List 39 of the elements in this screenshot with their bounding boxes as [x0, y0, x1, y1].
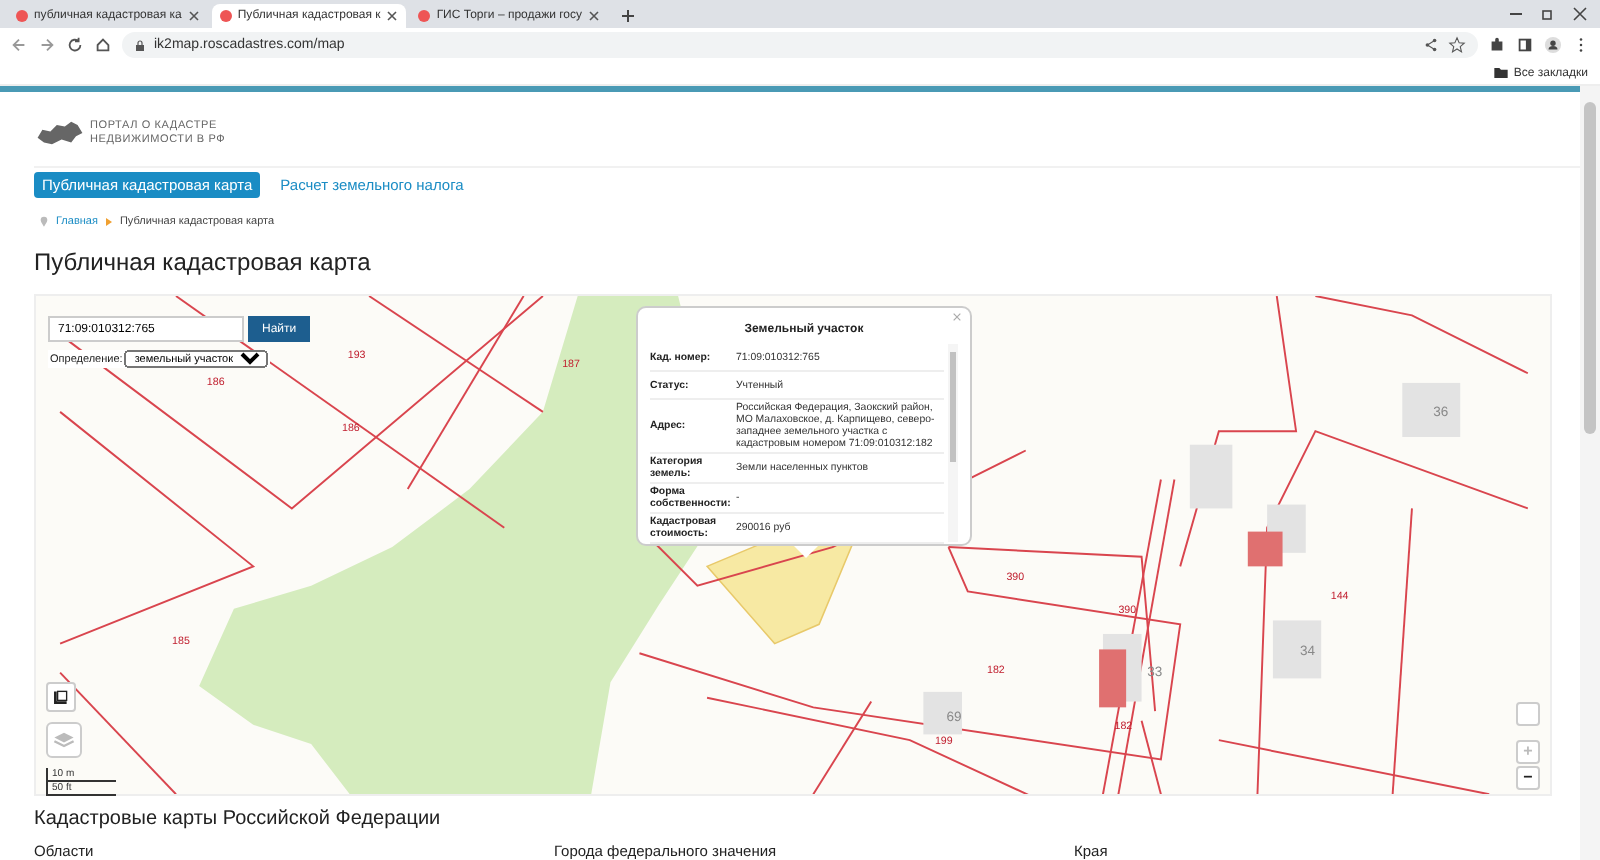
close-icon[interactable] [588, 10, 601, 22]
close-icon[interactable] [1572, 6, 1588, 22]
star-icon[interactable] [1448, 36, 1466, 54]
building [923, 692, 962, 735]
building [1402, 383, 1461, 438]
building [1189, 445, 1233, 509]
site-icon [418, 10, 431, 22]
lock-icon [134, 39, 146, 51]
layers-icon [52, 728, 76, 753]
share-icon[interactable] [1422, 36, 1440, 54]
zoom-out-button[interactable]: − [1516, 766, 1540, 791]
page-title: Публичная кадастровая карта [34, 248, 373, 277]
popup-pointer [794, 546, 818, 559]
scrollbar[interactable] [948, 344, 958, 543]
folder-icon [1493, 68, 1508, 78]
building [1099, 649, 1127, 708]
corner-icon [52, 688, 70, 707]
parcel-boundary [59, 672, 177, 795]
site-icon [16, 10, 28, 22]
reload-icon[interactable] [66, 36, 84, 54]
profile-icon[interactable] [1544, 36, 1562, 54]
home-icon[interactable] [94, 36, 112, 54]
back-icon[interactable] [10, 36, 28, 54]
building [1272, 620, 1322, 679]
sidebar-icon[interactable] [1516, 36, 1534, 54]
fullscreen-button[interactable] [46, 682, 76, 713]
pin-icon [40, 216, 48, 229]
page-scrollbar[interactable] [1580, 86, 1600, 860]
site-icon [219, 10, 232, 22]
section-title: Кадастровые карты Российской Федерации [34, 808, 443, 835]
forward-icon[interactable] [38, 36, 56, 54]
puzzle-icon[interactable] [1488, 36, 1506, 54]
new-tab-icon[interactable] [620, 8, 637, 24]
building [1247, 532, 1283, 567]
restore-icon[interactable] [1540, 6, 1556, 22]
close-icon[interactable] [386, 10, 399, 22]
breadcrumb-separator-icon [105, 218, 112, 227]
close-icon[interactable] [187, 10, 200, 22]
russia-map-logo [36, 118, 84, 149]
